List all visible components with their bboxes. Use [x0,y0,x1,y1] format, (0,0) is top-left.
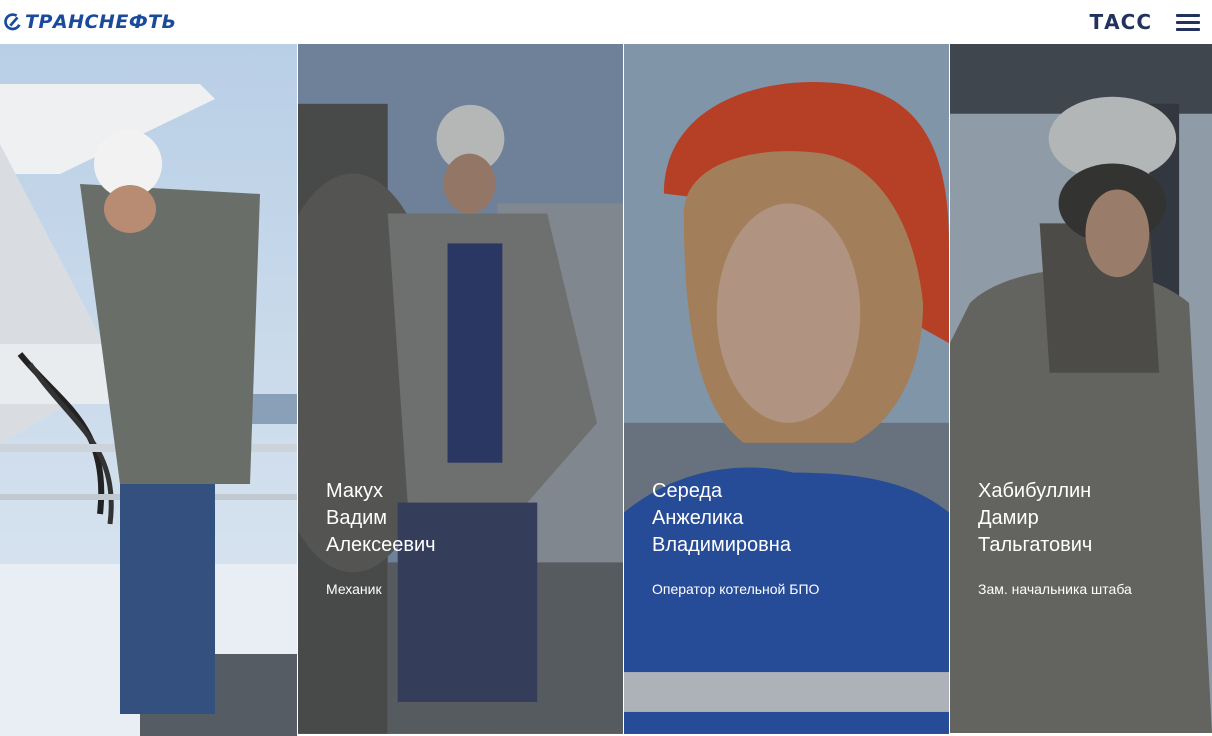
person-surname: Середа [652,480,723,502]
transneft-logo-icon [4,13,21,31]
worker-photo-4 [950,44,1212,734]
people-gallery: Макух Вадим Алексеевич Механик Середа Ан… [0,44,1212,736]
person-surname: Хабибуллин [978,480,1092,502]
tass-logo[interactable]: ТАСС [1090,10,1152,34]
worker-photo-2 [298,44,623,734]
person-first-name: Анжелика [652,507,744,529]
person-card-2[interactable]: Макух Вадим Алексеевич Механик [297,44,623,736]
transneft-logo[interactable]: ТРАНСНЕФТЬ [4,11,177,33]
person-card-3[interactable]: Середа Анжелика Владимировна Оператор ко… [623,44,949,736]
person-patronymic: Алексеевич [326,534,436,556]
person-first-name: Вадим [326,507,388,529]
person-card-1[interactable] [0,44,297,736]
menu-icon[interactable] [1176,13,1200,31]
person-surname: Макух [326,480,383,502]
person-patronymic: Владимировна [652,534,791,556]
person-first-name: Дамир [978,507,1039,529]
person-caption: Макух Вадим Алексеевич Механик [326,478,436,597]
person-patronymic: Тальгатович [978,534,1093,556]
site-header: ТРАНСНЕФТЬ ТАСС [0,0,1212,44]
worker-photo-1 [0,44,297,736]
person-caption: Середа Анжелика Владимировна Оператор ко… [652,478,819,597]
person-role: Зам. начальника штаба [978,581,1132,597]
worker-photo-3 [624,44,949,734]
brand-name: ТРАНСНЕФТЬ [25,11,177,33]
person-role: Оператор котельной БПО [652,581,820,597]
person-role: Механик [326,581,382,597]
person-caption: Хабибуллин Дамир Тальгатович Зам. началь… [978,478,1132,597]
person-card-4[interactable]: Хабибуллин Дамир Тальгатович Зам. началь… [949,44,1212,736]
